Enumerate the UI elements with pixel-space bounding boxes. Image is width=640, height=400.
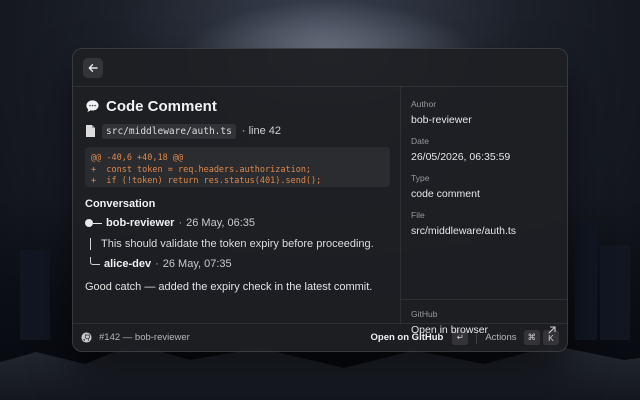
speech-bubble-icon xyxy=(86,99,99,112)
wallpaper-building xyxy=(20,250,50,340)
github-logo-icon xyxy=(81,332,92,343)
open-on-github-button[interactable]: Open on GitHub xyxy=(371,332,444,343)
footer-title: #142 — bob-reviewer xyxy=(99,332,190,343)
window-toolbar xyxy=(73,49,567,87)
separator: · xyxy=(155,258,159,270)
comment-author: bob-reviewer xyxy=(106,217,175,229)
thread-connector xyxy=(93,222,102,224)
divider xyxy=(476,331,478,344)
comment-detail: Code Comment src/middleware/auth.ts · li… xyxy=(73,87,400,323)
thread-comment-body: This should validate the token expiry be… xyxy=(85,238,390,250)
actions-button[interactable]: Actions xyxy=(485,332,516,343)
wallpaper-building xyxy=(575,220,597,340)
reply-author: alice-dev xyxy=(104,258,152,270)
command-key-hint: ⌘ xyxy=(523,330,540,345)
return-key-hint: ↵ xyxy=(452,330,469,345)
title-row: Code Comment xyxy=(85,95,390,117)
sidebar-divider xyxy=(401,299,567,300)
reply-text: Good catch — added the expiry check in t… xyxy=(85,281,373,293)
diff-line: + if (!token) return res.status(401).sen… xyxy=(91,176,322,186)
reply-time: 26 May, 07:35 xyxy=(162,258,232,270)
file-label: File xyxy=(411,210,425,220)
wallpaper-building xyxy=(600,245,630,340)
comment-time: 26 May, 06:35 xyxy=(186,217,256,229)
code-comment-window: Code Comment src/middleware/auth.ts · li… xyxy=(72,48,568,352)
thread-node-icon xyxy=(85,219,93,227)
github-label: GitHub xyxy=(411,309,438,319)
file-path-chip: src/middleware/auth.ts xyxy=(102,123,236,139)
arrow-left-icon xyxy=(88,64,98,72)
k-key-hint: K xyxy=(543,330,559,345)
reply-header: alice-dev · 26 May, 07:35 xyxy=(85,257,390,270)
date-value: 26/05/2026, 06:35:59 xyxy=(411,151,511,163)
metadata-sidebar: Author bob-reviewer Date 26/05/2026, 06:… xyxy=(400,87,567,336)
type-value: code comment xyxy=(411,188,480,200)
comment-text: This should validate the token expiry be… xyxy=(101,238,374,250)
separator: · xyxy=(178,217,183,229)
metadata-list: Author bob-reviewer Date 26/05/2026, 06:… xyxy=(401,99,567,237)
back-button[interactable] xyxy=(83,58,103,78)
type-label: Type xyxy=(411,173,430,183)
file-value: src/middleware/auth.ts xyxy=(411,225,517,237)
date-label: Date xyxy=(411,136,429,146)
diff-line: @@ -40,6 +40,18 @@ xyxy=(91,153,184,163)
page-title: Code Comment xyxy=(106,97,217,115)
file-icon xyxy=(86,125,95,137)
thread-comment-header: bob-reviewer · 26 May, 06:35 xyxy=(85,217,390,229)
reply-connector-icon xyxy=(90,257,100,265)
conversation-heading: Conversation xyxy=(85,198,156,210)
diff-line: + const token = req.headers.authorizatio… xyxy=(91,164,312,175)
diff-snippet: @@ -40,6 +40,18 @@ + const token = req.h… xyxy=(85,147,390,187)
action-bar: #142 — bob-reviewer Open on GitHub ↵ Act… xyxy=(73,323,567,351)
thread-line xyxy=(90,238,91,250)
author-value: bob-reviewer xyxy=(411,114,472,126)
line-number: · line 42 xyxy=(241,125,281,137)
author-label: Author xyxy=(411,99,437,109)
file-reference: src/middleware/auth.ts · line 42 xyxy=(85,123,390,139)
